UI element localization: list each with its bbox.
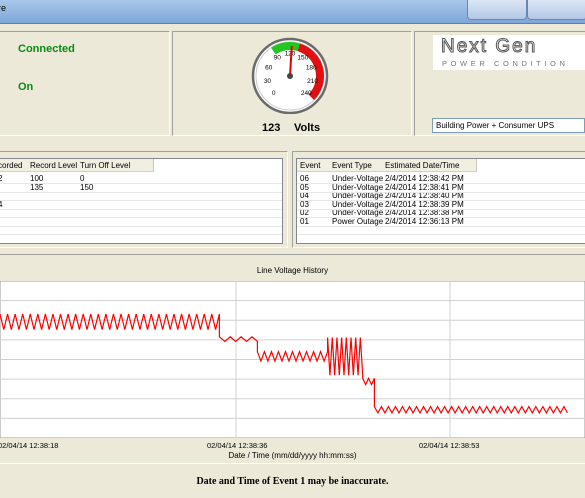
row-gridline <box>0 191 282 193</box>
row-gridline <box>297 242 585 243</box>
row-gridline <box>297 200 585 201</box>
maximize-button[interactable] <box>527 0 585 20</box>
gauge-tick-label: 180 <box>306 65 317 72</box>
column-header[interactable]: corded <box>0 159 29 172</box>
power-status: On <box>18 81 34 93</box>
row-gridline <box>0 217 282 218</box>
column-header[interactable]: Event Type <box>329 159 383 172</box>
chart-title: Line Voltage History <box>256 266 329 275</box>
column-header[interactable]: Event <box>297 159 330 172</box>
table-cell: 2 <box>0 174 2 183</box>
logo-tagline: POWER CONDITION <box>442 59 569 68</box>
row-gridline <box>297 191 585 193</box>
title-bar: re <box>0 0 585 24</box>
logo: Next Gen POWER CONDITION <box>433 35 585 70</box>
row-gridline <box>0 208 282 210</box>
load-type-field[interactable]: Building Power + Consumer UPS <box>432 118 585 133</box>
row-gridline <box>0 242 282 243</box>
row-gridline <box>297 217 585 218</box>
row-gridline <box>0 183 282 184</box>
row-gridline <box>297 225 585 227</box>
row-gridline <box>0 225 282 227</box>
voltage-readout: 123 <box>262 122 281 134</box>
gauge-tick-label: 150 <box>297 54 308 61</box>
column-header[interactable]: Estimated Date/Time <box>382 159 477 172</box>
row-gridline <box>297 183 585 184</box>
gauge-tick-label: 60 <box>265 65 273 72</box>
x-tick-label: 02/04/14 12:38:53 <box>419 441 480 450</box>
minimize-button[interactable] <box>467 0 527 20</box>
row-gridline <box>297 234 585 235</box>
levels-table[interactable]: cordedRecord LevelTurn Off Level21000135… <box>0 158 283 244</box>
gauge-tick-label: 210 <box>307 78 318 85</box>
x-tick-label: 02/04/14 12:38:18 <box>0 441 59 450</box>
gauge-tick-label: 30 <box>264 78 272 85</box>
line-voltage-chart <box>0 281 585 438</box>
column-header[interactable]: Record Level <box>27 159 78 172</box>
row-gridline <box>0 200 282 201</box>
gauge-tick-label: 90 <box>274 54 282 61</box>
x-axis-title: Date / Time (mm/dd/yyyy hh:mm:ss) <box>228 451 357 460</box>
logo-brand: Next Gen <box>440 36 538 58</box>
row-gridline <box>0 234 282 235</box>
gauge-tick-label: 0 <box>272 90 276 97</box>
row-gridline <box>297 208 585 210</box>
gauge-tick-label: 240 <box>301 90 312 97</box>
voltage-gauge: 0306090120150180210240 <box>251 37 329 114</box>
x-tick-label: 02/04/14 12:38:36 <box>207 441 268 450</box>
window-title: re <box>0 3 7 13</box>
column-header[interactable]: Turn Off Level <box>77 159 154 172</box>
events-table[interactable]: Event Event Type Estimated Date/Time 06 Unde… <box>296 158 585 244</box>
connection-status: Connected <box>18 43 75 55</box>
event-warning-message: Date and Time of Event 1 may be inaccura… <box>196 476 389 487</box>
voltage-unit: Volts <box>294 122 321 134</box>
